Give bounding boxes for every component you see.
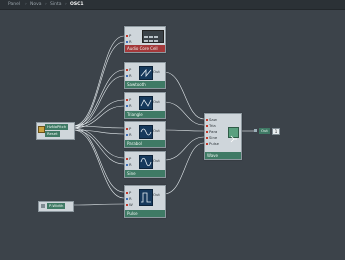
- sine-wave-icon: [139, 155, 153, 169]
- wire: [72, 75, 125, 129]
- rack-grid-icon: [142, 30, 164, 43]
- wire: [72, 127, 125, 193]
- pin-p[interactable]: P: [126, 97, 131, 102]
- node-title: Parabol: [125, 140, 165, 147]
- wire: [163, 71, 205, 120]
- pin-r[interactable]: R: [126, 132, 132, 137]
- wire: [163, 136, 205, 161]
- pulse-wave-icon: [139, 189, 153, 206]
- output-channel-field[interactable]: 1: [272, 128, 280, 135]
- triangle-node[interactable]: P R Out Triangle: [124, 92, 166, 119]
- out-pin-label[interactable]: Out: [153, 192, 160, 197]
- node-title: Sine: [125, 170, 165, 177]
- wire: [72, 203, 125, 206]
- output-label: Out: [259, 128, 270, 134]
- node-title: Triangle: [125, 111, 165, 118]
- node-title: Sawtooth: [125, 81, 165, 88]
- input-label-pitch: HzNoPitch: [45, 124, 69, 130]
- out-pin-label[interactable]: Out: [153, 69, 160, 74]
- pin-r[interactable]: R: [126, 196, 132, 201]
- output-node[interactable]: Out 1: [254, 127, 281, 135]
- pin-r[interactable]: R: [126, 39, 132, 44]
- pin-r[interactable]: R: [126, 73, 132, 78]
- node-title: Wave: [205, 152, 241, 159]
- output-connector-icon: [254, 129, 257, 132]
- parabol-node[interactable]: P R Out Parabol: [124, 121, 166, 148]
- out-pin-label[interactable]: Out: [153, 128, 160, 133]
- pitch-input-icon: [38, 126, 45, 133]
- pin-saw[interactable]: Saw: [206, 117, 217, 122]
- wire: [163, 129, 205, 132]
- switch-icon: [228, 127, 239, 143]
- wave-selector-node[interactable]: Saw Tria Para Sine Pulse Wave: [204, 113, 242, 160]
- pin-p[interactable]: P: [126, 67, 131, 72]
- pin-r[interactable]: R: [126, 162, 132, 167]
- wire: [72, 129, 125, 165]
- pulse-node[interactable]: P R W Out Pulse: [124, 185, 166, 218]
- input-label-reset: Reset: [45, 131, 60, 137]
- pwidth-label: P-Width: [47, 203, 66, 209]
- wire: [163, 142, 205, 195]
- sine-node[interactable]: P R Out Sine: [124, 151, 166, 178]
- pin-p[interactable]: P: [126, 190, 131, 195]
- triangle-wave-icon: [139, 96, 153, 110]
- parabolic-wave-icon: [139, 125, 153, 139]
- node-title: Pulse: [125, 210, 165, 217]
- sawtooth-node[interactable]: P R Out Sawtooth: [124, 62, 166, 89]
- wire: [72, 125, 125, 129]
- audio-core-cell-node[interactable]: P R Audio Core Cell: [124, 26, 166, 53]
- pin-sine[interactable]: Sine: [206, 135, 217, 140]
- node-title: Audio Core Cell: [125, 45, 165, 52]
- input-node[interactable]: HzNoPitch Reset: [36, 122, 75, 140]
- knob-icon: [41, 204, 45, 208]
- pwidth-node[interactable]: P-Width: [38, 201, 74, 212]
- wire: [72, 105, 125, 129]
- out-pin-label[interactable]: Out: [153, 158, 160, 163]
- pin-r[interactable]: R: [126, 103, 132, 108]
- pin-pulse[interactable]: Pulse: [206, 141, 219, 146]
- wire: [163, 101, 205, 126]
- out-pin-label[interactable]: Out: [153, 99, 160, 104]
- wire: [72, 129, 125, 199]
- sawtooth-wave-icon: [139, 66, 153, 80]
- pin-w[interactable]: W: [126, 202, 133, 207]
- pin-p[interactable]: P: [126, 33, 131, 38]
- pin-tria[interactable]: Tria: [206, 123, 216, 128]
- pin-para[interactable]: Para: [206, 129, 217, 134]
- wire: [72, 127, 125, 159]
- pin-p[interactable]: P: [126, 126, 131, 131]
- pin-p[interactable]: P: [126, 156, 131, 161]
- wire: [72, 35, 125, 127]
